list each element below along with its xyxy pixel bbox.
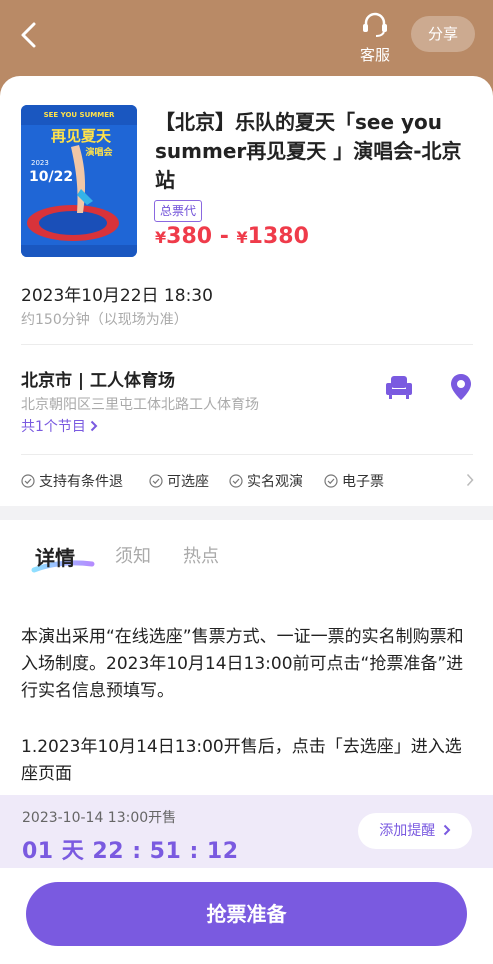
price-separator: - — [212, 224, 237, 249]
location-button[interactable] — [450, 373, 472, 401]
price-min: 380 — [166, 224, 213, 249]
check-circle-icon — [149, 474, 163, 488]
svg-text:2023: 2023 — [31, 159, 49, 167]
event-poster[interactable]: SEE YOU SUMMER 再见夏天 演唱会 2023 10/22 — [21, 105, 137, 257]
svg-text:SEE YOU SUMMER: SEE YOU SUMMER — [44, 111, 115, 119]
check-circle-icon — [324, 474, 338, 488]
sale-countdown-bar: 2023-10-14 13:00开售 01 天 22 : 51 : 12 添加提… — [0, 795, 493, 868]
tab-details[interactable]: 详情 — [35, 542, 75, 571]
price-max: 1380 — [247, 224, 309, 249]
venue-address: 北京朝阳区三里屯工体北路工人体育场 — [21, 397, 259, 413]
svg-text:演唱会: 演唱会 — [85, 146, 113, 158]
price-currency: ¥ — [155, 228, 167, 247]
sale-time: 2023-10-14 13:00开售 — [22, 810, 177, 826]
event-duration: 约150分钟（以现场为准） — [21, 312, 188, 328]
customer-service-label: 客服 — [359, 46, 390, 64]
add-reminder-label: 添加提醒 — [379, 823, 436, 839]
price-currency: ¥ — [236, 228, 248, 247]
customer-service-button[interactable]: 客服 — [352, 10, 398, 64]
price-range: ¥380 - ¥1380 — [155, 224, 309, 249]
svg-text:10/22: 10/22 — [29, 169, 73, 185]
share-button[interactable]: 分享 — [411, 16, 475, 52]
programs-link[interactable]: 共1个节目 — [21, 416, 98, 436]
chevron-right-icon — [91, 420, 98, 432]
service-features[interactable]: 支持有条件退 可选座 实名观演 电子票 — [21, 471, 476, 495]
feature-item: 实名观演 — [229, 471, 303, 491]
svg-text:再见夏天: 再见夏天 — [51, 127, 112, 145]
chevron-right-icon — [466, 473, 474, 487]
feature-item: 电子票 — [324, 471, 384, 491]
feature-item: 可选座 — [149, 471, 209, 491]
poster-image: SEE YOU SUMMER 再见夏天 演唱会 2023 10/22 — [21, 105, 137, 257]
event-info-card: SEE YOU SUMMER 再见夏天 演唱会 2023 10/22 【北京】乐… — [0, 76, 493, 506]
agent-tag: 总票代 — [154, 200, 203, 222]
feature-label: 电子票 — [342, 474, 384, 490]
feature-item: 支持有条件退 — [21, 471, 123, 491]
programs-label: 共1个节目 — [21, 419, 86, 435]
seat-icon — [386, 376, 412, 399]
headset-icon — [363, 12, 387, 37]
add-reminder-button[interactable]: 添加提醒 — [358, 813, 472, 849]
bottom-action-bar: 抢票准备 — [0, 868, 493, 964]
event-title: 【北京】乐队的夏天「see you summer再见夏天 」演唱会-北京站 — [155, 110, 462, 192]
back-button[interactable] — [14, 18, 46, 52]
ticket-prepare-button[interactable]: 抢票准备 — [26, 882, 467, 946]
feature-label: 实名观演 — [247, 474, 303, 490]
details-paragraph: 1.2023年10月14日13:00开售后，点击「去选座」进入选座页面 — [21, 737, 462, 784]
check-circle-icon — [229, 474, 243, 488]
event-datetime: 2023年10月22日 18:30 — [21, 286, 213, 306]
chevron-right-icon — [443, 824, 451, 836]
location-pin-icon — [451, 374, 471, 400]
countdown-timer: 01 天 22 : 51 : 12 — [22, 839, 239, 864]
tab-notice[interactable]: 须知 — [115, 542, 151, 568]
seat-map-button[interactable] — [385, 374, 413, 400]
tab-hot[interactable]: 热点 — [183, 542, 219, 568]
divider — [21, 454, 473, 455]
feature-label: 可选座 — [167, 474, 209, 490]
check-circle-icon — [21, 474, 35, 488]
details-paragraph: 本演出采用“在线选座”售票方式、一证一票的实名制购票和入场制度。2023年10月… — [21, 627, 464, 701]
chevron-left-icon — [21, 22, 36, 48]
divider — [21, 344, 473, 345]
feature-label: 支持有条件退 — [39, 474, 123, 490]
venue-name[interactable]: 北京市 | 工人体育场 — [21, 366, 175, 391]
